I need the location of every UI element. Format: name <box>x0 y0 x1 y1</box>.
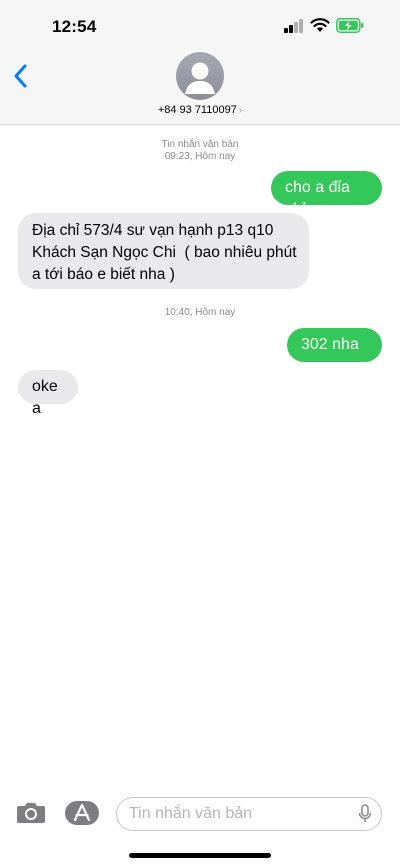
camera-icon[interactable] <box>16 800 46 824</box>
wifi-icon <box>310 18 330 32</box>
cellular-signal-icon <box>284 19 304 33</box>
message-bubble-sent[interactable]: 302 nha e <box>287 328 382 375</box>
contact-name[interactable]: +84 93 7110097 › <box>0 104 400 116</box>
input-placeholder: Tin nhắn văn bản <box>129 805 253 822</box>
status-time: 12:54 <box>52 17 97 36</box>
message-text: 302 nha e <box>301 336 359 375</box>
message-text: cho a đỉa chỉ <box>285 179 350 218</box>
message-bubble-received[interactable]: oke a <box>18 370 78 417</box>
app-store-icon[interactable] <box>65 801 99 825</box>
avatar[interactable] <box>176 52 224 100</box>
timestamp: 09:23, Hôm nay <box>164 151 236 162</box>
message-input[interactable]: Tin nhắn văn bản <box>116 797 382 831</box>
message-text: oke a <box>32 378 58 417</box>
timestamp: 10:40, Hôm nay <box>164 307 236 318</box>
message-text-line: a tới báo e biết nha ) <box>32 266 175 283</box>
conversation-header: +84 93 7110097 › <box>0 52 400 125</box>
message-bubble-sent[interactable]: cho a đỉa chỉ <box>271 171 382 218</box>
battery-charging-icon <box>336 18 364 33</box>
chevron-left-icon[interactable] <box>12 62 32 90</box>
message-text-line: Địa chỉ 573/4 sư vạn hạnh p13 q10 <box>32 222 274 239</box>
status-bar: 12:54 <box>0 0 400 52</box>
message-text-line: Khách Sạn Ngọc Chi ( bao nhiêu phút <box>32 244 297 261</box>
home-indicator <box>129 853 271 858</box>
microphone-icon[interactable] <box>358 804 372 824</box>
chevron-right-icon: › <box>238 105 243 116</box>
contact-number: +84 93 7110097 <box>157 104 237 116</box>
person-silhouette-icon <box>185 62 215 94</box>
message-bubble-received[interactable]: Địa chỉ 573/4 sư vạn hạnh p13 q10 Khách … <box>18 213 309 289</box>
